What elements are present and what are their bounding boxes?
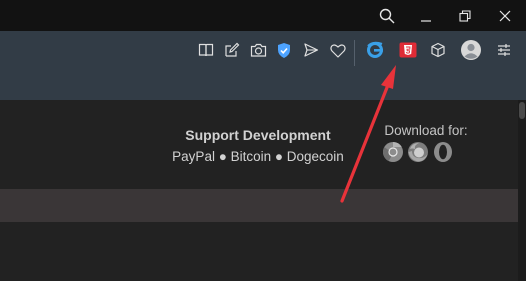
annotation-arrow xyxy=(340,65,396,203)
